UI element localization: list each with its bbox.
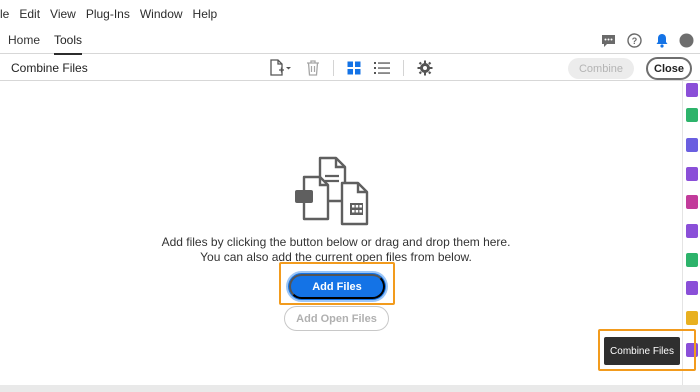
svg-text:?: ? xyxy=(632,36,638,46)
notification-bell-icon[interactable] xyxy=(654,33,669,48)
organize-tool-icon[interactable] xyxy=(686,167,698,181)
menu-view[interactable]: View xyxy=(50,7,76,21)
menu-bar: le Edit View Plug-Ins Window Help xyxy=(0,0,700,27)
create-pdf-tool-icon[interactable] xyxy=(686,108,698,122)
combine-toolbar: Combine Files Combine Close xyxy=(0,55,700,81)
tool-title: Combine Files xyxy=(11,61,88,75)
list-view-icon[interactable] xyxy=(373,59,391,77)
tab-home[interactable]: Home xyxy=(8,33,40,47)
settings-gear-icon[interactable] xyxy=(416,59,434,77)
add-open-files-button[interactable]: Add Open Files xyxy=(284,306,389,331)
fill-sign-tool-icon[interactable] xyxy=(686,281,698,295)
menu-help[interactable]: Help xyxy=(193,7,218,21)
avatar[interactable] xyxy=(679,33,694,48)
comment-icon[interactable] xyxy=(601,33,616,48)
toolbar-divider xyxy=(403,60,404,76)
protect-tool-icon[interactable] xyxy=(686,138,698,152)
stamp-tool-icon[interactable] xyxy=(686,311,698,325)
add-files-dropdown-icon[interactable] xyxy=(268,59,292,77)
trash-icon[interactable] xyxy=(304,59,322,77)
combine-files-highlight xyxy=(598,329,696,371)
add-files-button[interactable]: Add Files xyxy=(289,274,385,299)
scan-tool-icon[interactable] xyxy=(686,253,698,267)
help-icon[interactable]: ? xyxy=(627,33,642,48)
comment-tool-icon[interactable] xyxy=(686,224,698,238)
toolbar-divider xyxy=(333,60,334,76)
menu-window[interactable]: Window xyxy=(140,7,183,21)
export-tool-icon[interactable] xyxy=(686,195,698,209)
tab-bar: Home Tools ? xyxy=(0,27,700,55)
drop-zone[interactable]: Add files by clicking the button below o… xyxy=(0,82,682,385)
tab-tools[interactable]: Tools xyxy=(54,33,83,55)
close-button[interactable]: Close xyxy=(646,57,692,80)
instruction-text: Add files by clicking the button below o… xyxy=(161,235,511,249)
menu-plugins[interactable]: Plug-Ins xyxy=(86,7,130,21)
grid-view-icon[interactable] xyxy=(345,59,363,77)
edit-pdf-tool-icon[interactable] xyxy=(686,83,698,97)
combine-files-illustration-icon xyxy=(295,156,369,226)
menu-file[interactable]: le xyxy=(0,7,9,21)
acrobat-window: le Edit View Plug-Ins Window Help Home T… xyxy=(0,0,700,385)
menu-edit[interactable]: Edit xyxy=(19,7,40,21)
combine-button[interactable]: Combine xyxy=(568,58,634,79)
